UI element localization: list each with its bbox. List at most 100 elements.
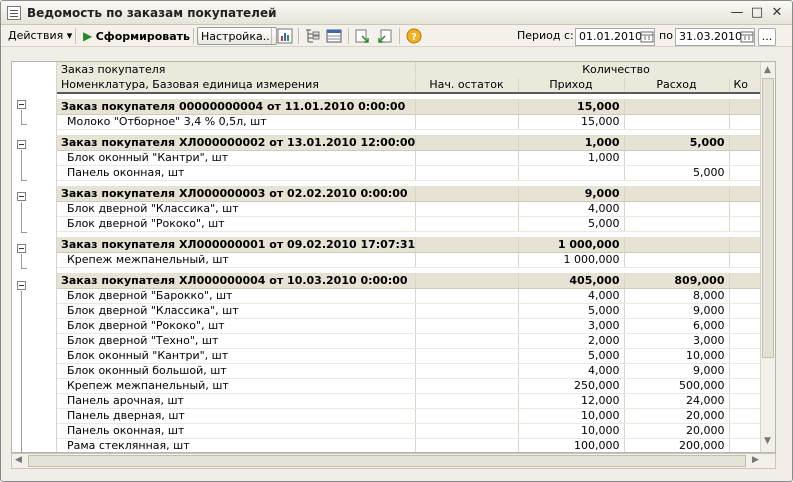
item-name[interactable]: Блок дверной "Рококо", шт [57,216,416,232]
scroll-down-icon[interactable]: ▼ [764,436,771,446]
vertical-scroll-thumb[interactable] [762,78,774,358]
item-income[interactable]: 12,000 [518,393,625,409]
item-income[interactable]: 10,000 [518,408,625,424]
item-end[interactable] [729,201,760,217]
item-end[interactable] [729,378,760,394]
item-income[interactable]: 1 000,000 [518,252,625,268]
item-name[interactable]: Блок оконный большой, шт [57,363,416,379]
group-title[interactable]: Заказ покупателя 00000000004 от 11.01.20… [57,99,416,115]
group-expense[interactable]: 5,000 [624,135,730,151]
item-name[interactable]: Блок оконный "Кантри", шт [57,348,416,364]
group-row[interactable]: Заказ покупателя ХЛ000000002 от 13.01.20… [57,135,760,151]
close-button[interactable]: ✕ [769,5,785,21]
item-end[interactable] [729,438,760,452]
collapse-node-icon[interactable] [17,140,26,149]
item-start[interactable] [415,303,519,319]
item-start[interactable] [415,333,519,349]
scroll-right-icon[interactable]: ▶ [752,455,759,465]
item-income[interactable]: 10,000 [518,423,625,439]
calendar-icon[interactable] [740,28,754,46]
item-end[interactable] [729,216,760,232]
item-row[interactable]: Блок оконный "Кантри", шт 1,000 [57,150,760,166]
group-start[interactable] [415,186,519,202]
collapse-node-icon[interactable] [17,192,26,201]
group-end[interactable] [729,186,760,202]
item-name[interactable]: Панель оконная, шт [57,423,416,439]
header-income[interactable]: Приход [518,77,625,94]
tree-view-icon[interactable] [304,28,320,44]
item-end[interactable] [729,252,760,268]
item-end[interactable] [729,288,760,304]
item-start[interactable] [415,114,519,130]
item-start[interactable] [415,216,519,232]
item-expense[interactable]: 20,000 [624,423,730,439]
item-name[interactable]: Блок дверной "Классика", шт [57,201,416,217]
item-end[interactable] [729,393,760,409]
item-end[interactable] [729,408,760,424]
item-row[interactable]: Блок оконный большой, шт 4,000 9,000 [57,363,760,379]
item-income[interactable]: 5,000 [518,216,625,232]
item-expense[interactable]: 9,000 [624,303,730,319]
group-row[interactable]: Заказ покупателя ХЛ000000001 от 09.02.20… [57,237,760,253]
item-start[interactable] [415,201,519,217]
item-end[interactable] [729,165,760,181]
group-title[interactable]: Заказ покупателя ХЛ000000002 от 13.01.20… [57,135,416,151]
item-end[interactable] [729,348,760,364]
group-expense[interactable] [624,99,730,115]
item-row[interactable]: Блок оконный "Кантри", шт 5,000 10,000 [57,348,760,364]
group-end[interactable] [729,237,760,253]
item-expense[interactable]: 8,000 [624,288,730,304]
item-end[interactable] [729,333,760,349]
item-income[interactable]: 4,000 [518,201,625,217]
item-start[interactable] [415,378,519,394]
item-name[interactable]: Панель оконная, шт [57,165,416,181]
item-name[interactable]: Блок дверной "Рококо", шт [57,318,416,334]
item-income[interactable]: 5,000 [518,303,625,319]
item-income[interactable]: 5,000 [518,348,625,364]
item-expense[interactable] [624,150,730,166]
item-row[interactable]: Блок дверной "Классика", шт 5,000 9,000 [57,303,760,319]
generate-button[interactable]: ▶ Сформировать [83,27,190,45]
item-row[interactable]: Крепеж межпанельный, шт 1 000,000 [57,252,760,268]
header-order[interactable]: Заказ покупателя [57,62,416,78]
item-income[interactable]: 4,000 [518,288,625,304]
item-row[interactable]: Блок дверной "Рококо", шт 5,000 [57,216,760,232]
item-income[interactable]: 250,000 [518,378,625,394]
item-row[interactable]: Панель оконная, шт 10,000 20,000 [57,423,760,439]
item-start[interactable] [415,393,519,409]
group-row[interactable]: Заказ покупателя ХЛ000000004 от 10.03.20… [57,273,760,289]
header-end-balance[interactable]: Ко [729,77,760,94]
item-name[interactable]: Рама стеклянная, шт [57,438,416,452]
collapse-node-icon[interactable] [17,281,26,290]
export-icon[interactable] [377,28,393,44]
item-expense[interactable] [624,114,730,130]
item-name[interactable]: Панель арочная, шт [57,393,416,409]
item-start[interactable] [415,348,519,364]
header-expense[interactable]: Расход [624,77,730,94]
item-start[interactable] [415,438,519,452]
item-row[interactable]: Панель дверная, шт 10,000 20,000 [57,408,760,424]
item-row[interactable]: Панель оконная, шт 5,000 [57,165,760,181]
item-start[interactable] [415,288,519,304]
minimize-button[interactable]: — [729,5,745,21]
scroll-left-icon[interactable]: ◀ [15,455,22,465]
group-expense[interactable] [624,186,730,202]
table-layout-icon[interactable] [326,28,342,44]
item-expense[interactable]: 20,000 [624,408,730,424]
item-row[interactable]: Блок дверной "Классика", шт 4,000 [57,201,760,217]
more-button[interactable]: ... [758,28,776,46]
group-income[interactable]: 15,000 [518,99,625,115]
item-name[interactable]: Блок дверной "Барокко", шт [57,288,416,304]
item-expense[interactable] [624,201,730,217]
item-row[interactable]: Крепеж межпанельный, шт 250,000 500,000 [57,378,760,394]
import-icon[interactable] [354,28,370,44]
item-name[interactable]: Блок оконный "Кантри", шт [57,150,416,166]
item-expense[interactable]: 200,000 [624,438,730,452]
item-end[interactable] [729,423,760,439]
horizontal-scrollbar[interactable]: ◀ ▶ [11,453,776,469]
group-start[interactable] [415,237,519,253]
group-row[interactable]: Заказ покупателя 00000000004 от 11.01.20… [57,99,760,115]
item-start[interactable] [415,150,519,166]
item-end[interactable] [729,363,760,379]
group-income[interactable]: 1 000,000 [518,237,625,253]
